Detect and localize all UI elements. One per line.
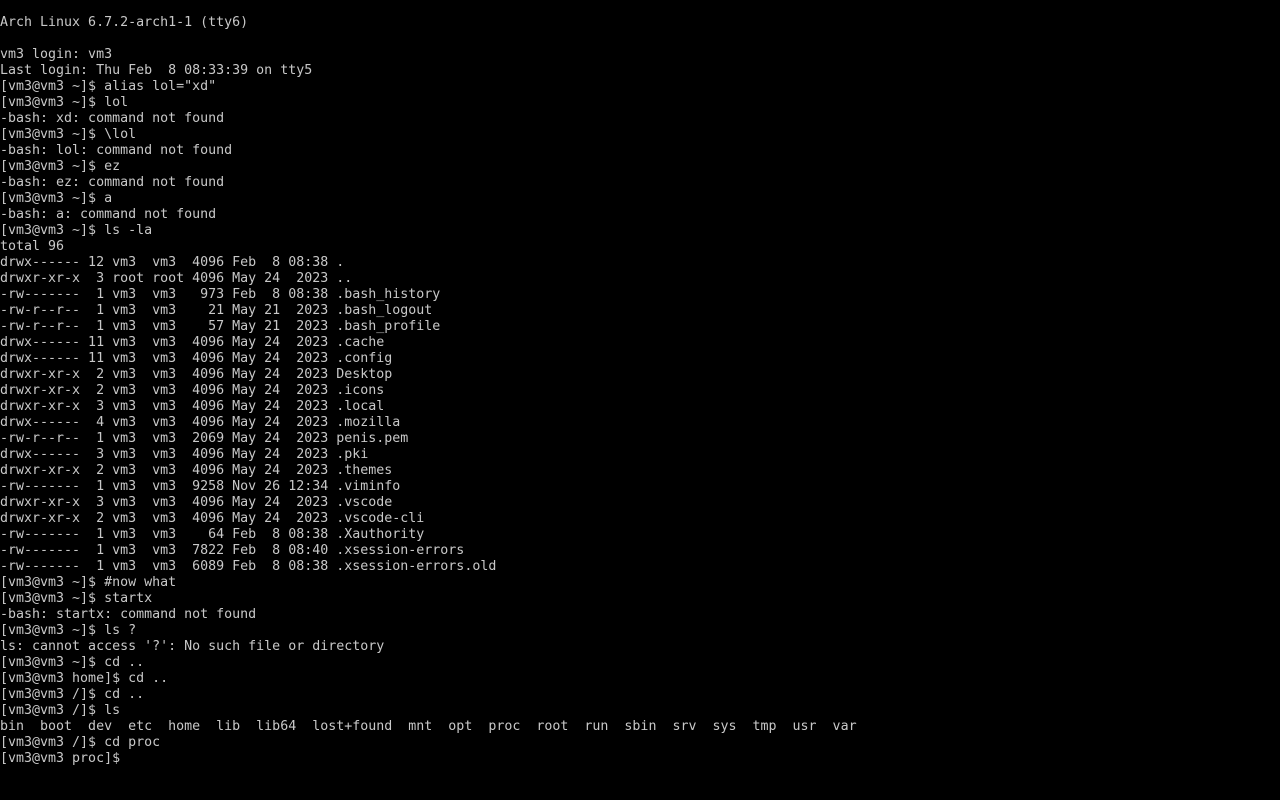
terminal-line: [vm3@vm3 ~]$ lol [0,95,129,110]
prompt-text: [vm3@vm3 proc]$ [0,751,129,766]
terminal-line: [vm3@vm3 ~]$ \lol [0,127,137,142]
terminal-line: drwx------ 11 vm3 vm3 4096 May 24 2023 .… [0,351,393,366]
terminal-line: drwxr-xr-x 2 vm3 vm3 4096 May 24 2023 De… [0,367,393,382]
terminal-line: drwxr-xr-x 2 vm3 vm3 4096 May 24 2023 .t… [0,463,393,478]
terminal-line: drwx------ 3 vm3 vm3 4096 May 24 2023 .p… [0,447,369,462]
terminal-line: -rw-r--r-- 1 vm3 vm3 57 May 21 2023 .bas… [0,319,441,334]
terminal-line: [vm3@vm3 ~]$ cd .. [0,655,145,670]
terminal-line: [vm3@vm3 ~]$ alias lol="xd" [0,79,217,94]
terminal-line: drwx------ 11 vm3 vm3 4096 May 24 2023 .… [0,335,385,350]
terminal-line: -bash: startx: command not found [0,607,257,622]
terminal-line: -bash: a: command not found [0,207,217,222]
terminal-line: ls: cannot access '?': No such file or d… [0,639,385,654]
terminal-line: drwxr-xr-x 2 vm3 vm3 4096 May 24 2023 .v… [0,511,425,526]
terminal-line: drwxr-xr-x 3 vm3 vm3 4096 May 24 2023 .v… [0,495,393,510]
terminal-line: drwxr-xr-x 3 vm3 vm3 4096 May 24 2023 .l… [0,399,385,414]
terminal-line: drwx------ 4 vm3 vm3 4096 May 24 2023 .m… [0,415,401,430]
terminal-line: -bash: ez: command not found [0,175,225,190]
terminal-line: [vm3@vm3 ~]$ a [0,191,113,206]
terminal-line: -rw------- 1 vm3 vm3 973 Feb 8 08:38 .ba… [0,287,441,302]
terminal-line: [vm3@vm3 ~]$ ez [0,159,121,174]
terminal-line: -rw------- 1 vm3 vm3 64 Feb 8 08:38 .Xau… [0,527,425,542]
terminal-line: -rw------- 1 vm3 vm3 7822 Feb 8 08:40 .x… [0,543,465,558]
terminal-line: -rw------- 1 vm3 vm3 6089 Feb 8 08:38 .x… [0,559,497,574]
terminal-line: Last login: Thu Feb 8 08:33:39 on tty5 [0,63,313,78]
terminal-line: [vm3@vm3 /]$ cd proc [0,735,161,750]
terminal-line: total 96 [0,239,65,254]
terminal-line: [vm3@vm3 ~]$ #now what [0,575,177,590]
terminal-line: drwxr-xr-x 3 root root 4096 May 24 2023 … [0,271,353,286]
terminal-line: -bash: lol: command not found [0,143,233,158]
terminal-line: vm3 login: vm3 [0,47,113,62]
terminal-line: [vm3@vm3 ~]$ startx [0,591,153,606]
terminal-line: [vm3@vm3 ~]$ ls ? [0,623,137,638]
terminal-line: [vm3@vm3 ~]$ ls -la [0,223,153,238]
terminal-line: bin boot dev etc home lib lib64 lost+fou… [0,719,857,734]
terminal-line: drwx------ 12 vm3 vm3 4096 Feb 8 08:38 . [0,255,345,270]
terminal-line: Arch Linux 6.7.2-arch1-1 (tty6) [0,15,249,30]
terminal-line: [vm3@vm3 /]$ ls [0,703,121,718]
prompt-line[interactable]: [vm3@vm3 proc]$ [0,751,1280,767]
tty-console[interactable]: Arch Linux 6.7.2-arch1-1 (tty6) vm3 logi… [0,15,1280,800]
terminal-line: -rw-r--r-- 1 vm3 vm3 2069 May 24 2023 pe… [0,431,409,446]
terminal-line: [vm3@vm3 home]$ cd .. [0,671,169,686]
terminal-line: [vm3@vm3 /]$ cd .. [0,687,145,702]
terminal-line: drwxr-xr-x 2 vm3 vm3 4096 May 24 2023 .i… [0,383,385,398]
terminal-line: -rw-r--r-- 1 vm3 vm3 21 May 21 2023 .bas… [0,303,433,318]
terminal-line: -rw------- 1 vm3 vm3 9258 Nov 26 12:34 .… [0,479,401,494]
terminal-line: -bash: xd: command not found [0,111,225,126]
text-cursor [128,752,136,766]
